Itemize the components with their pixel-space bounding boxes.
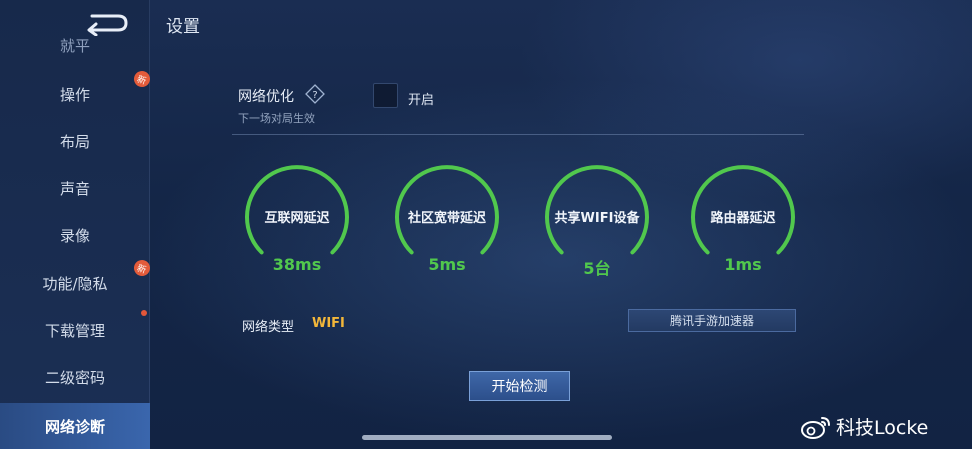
sidebar-item-layout[interactable]: 布局 [0, 119, 150, 163]
sidebar-item-label: 声音 [59, 179, 90, 198]
sidebar-item-label: 操作 [59, 85, 90, 104]
gauge-value: 5ms [428, 255, 466, 274]
sidebar-item-label: 二级密码 [44, 368, 105, 387]
network-optimization-title: 网络优化 [238, 89, 294, 105]
optimization-checkbox-label: 开启 [408, 93, 435, 108]
gauge-value: 5台 [583, 259, 611, 278]
gauge-router-latency: 路由器延迟 1ms [688, 162, 798, 282]
gauge-label: 互联网延迟 [264, 211, 330, 226]
optimization-checkbox[interactable] [373, 83, 398, 108]
network-optimization-subtitle: 下一场对局生效 [238, 112, 315, 125]
sidebar-item-operation[interactable]: 操作 [0, 72, 150, 116]
gauge-shared-wifi-devices: 共享WIFI设备 5台 [542, 162, 652, 282]
sidebar-item-recording[interactable]: 录像 [0, 213, 150, 257]
sidebar: 就平 操作 新 布局 声音 录像 功能/隐私 新 下载管理 二级密码 网络诊断 [0, 0, 153, 449]
sidebar-item-sound[interactable]: 声音 [0, 166, 150, 210]
divider [232, 134, 804, 135]
network-type-label: 网络类型 [242, 320, 295, 335]
sidebar-item-label: 录像 [59, 226, 90, 245]
notification-dot [141, 310, 147, 316]
sidebar-item-label: 下载管理 [44, 321, 105, 340]
watermark-text: 科技Locke [836, 417, 929, 439]
weibo-logo-icon [801, 416, 830, 439]
gauge-value: 38ms [272, 255, 322, 274]
gauge-community-broadband-latency: 社区宽带延迟 5ms [392, 162, 502, 282]
gauge-label: 社区宽带延迟 [407, 211, 486, 226]
home-indicator[interactable] [362, 435, 612, 440]
gauge-label: 共享WIFI设备 [554, 211, 640, 226]
network-type-value: WIFI [312, 316, 345, 331]
gauge-internet-latency: 互联网延迟 38ms [242, 162, 352, 282]
page-title: 设置 [166, 17, 200, 37]
sidebar-item-label: 布局 [59, 132, 90, 151]
watermark: 科技Locke [800, 413, 928, 440]
gauge-label: 路由器延迟 [710, 211, 776, 226]
back-button[interactable] [82, 10, 130, 37]
sidebar-item-partial[interactable]: 就平 [0, 36, 150, 56]
start-detection-button[interactable]: 开始检测 [469, 371, 570, 401]
back-arrow-icon [87, 14, 128, 37]
sidebar-item-label: 功能/隐私 [42, 274, 108, 293]
sidebar-item-label: 就平 [59, 37, 90, 55]
sidebar-item-label: 网络诊断 [44, 417, 105, 436]
accelerator-button[interactable]: 腾讯手游加速器 [628, 309, 796, 332]
sidebar-item-downloads[interactable]: 下载管理 [0, 308, 150, 352]
sidebar-item-second-password[interactable]: 二级密码 [0, 355, 150, 399]
gauge-value: 1ms [724, 255, 762, 274]
help-icon[interactable]: ? [305, 84, 325, 104]
sidebar-item-network-diagnosis[interactable]: 网络诊断 [0, 403, 150, 449]
svg-text:?: ? [312, 90, 317, 101]
sidebar-item-privacy[interactable]: 功能/隐私 [0, 261, 150, 305]
